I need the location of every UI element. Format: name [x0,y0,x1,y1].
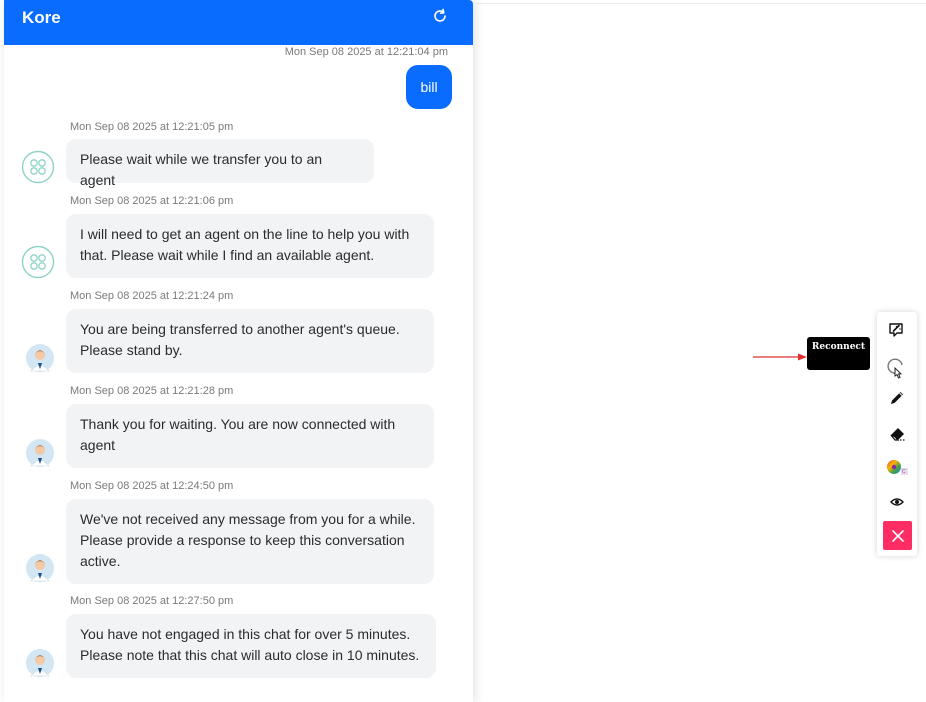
message-line: I will need to get an agent on the line … [80,226,410,242]
message-line: Thank you for waiting. You are now conne… [80,416,396,432]
message-line: We've not received any message from you … [80,511,416,527]
bot-avatar-icon [21,150,55,184]
message-timestamp: Mon Sep 08 2025 at 12:21:28 pm [70,385,234,397]
bot-message-bubble: I will need to get an agent on the line … [66,214,434,278]
message-timestamp: Mon Sep 08 2025 at 12:21:24 pm [70,290,234,302]
agent-avatar-icon [25,553,55,583]
message-line: that. Please wait while I find an availa… [80,247,375,263]
color-picker-icon[interactable]: C [885,455,909,479]
message-timestamp: Mon Sep 08 2025 at 12:21:06 pm [70,195,234,207]
bot-message-bubble: Please wait while we transfer you to an … [66,139,374,188]
arrow-icon [752,350,810,368]
annotation-toolbar: C [877,312,917,556]
agent-avatar-icon [25,648,55,678]
eye-icon[interactable] [885,490,909,514]
agent-avatar-icon [25,343,55,373]
agent-message-bubble: Thank you for waiting. You are now conne… [66,404,434,468]
top-divider [476,3,926,4]
svg-text:C: C [902,469,906,475]
message-line: agent [80,437,116,453]
reconnect-tooltip: Reconnect [807,337,870,370]
reconnect-icon[interactable] [885,356,909,380]
pen-icon[interactable] [885,386,909,410]
chat-header: Kore [4,0,473,45]
message-timestamp: Mon Sep 08 2025 at 12:21:05 pm [70,121,234,133]
message-line: You are being transferred to another age… [80,321,400,337]
chat-window: Kore Mon Sep 08 2025 at 12:21:04 pm bill… [4,0,473,702]
agent-message-bubble: We've not received any message from you … [66,499,434,584]
message-line: Please wait while we transfer you to an … [80,151,323,188]
message-line: Please provide a response to keep this c… [80,532,405,548]
agent-message-bubble: You have not engaged in this chat for ov… [66,614,436,678]
message-line: active. [80,553,121,569]
message-line: Please note that this chat will auto clo… [80,647,420,663]
agent-avatar-icon [25,438,55,468]
message-line: You have not engaged in this chat for ov… [80,626,411,642]
magic-wand-icon[interactable] [885,318,909,342]
message-timestamp: Mon Sep 08 2025 at 12:27:50 pm [70,595,234,607]
user-message-bubble: bill [406,65,452,109]
eraser-icon[interactable] [885,422,909,446]
message-timestamp: Mon Sep 08 2025 at 12:24:50 pm [70,480,234,492]
agent-message-bubble: You are being transferred to another age… [66,309,434,373]
message-timestamp: Mon Sep 08 2025 at 12:21:04 pm [284,46,448,58]
chat-title: Kore [22,8,61,27]
bot-avatar-icon [21,245,55,279]
refresh-icon[interactable] [430,6,450,26]
message-line: Please stand by. [80,342,183,358]
close-icon[interactable] [883,521,912,550]
